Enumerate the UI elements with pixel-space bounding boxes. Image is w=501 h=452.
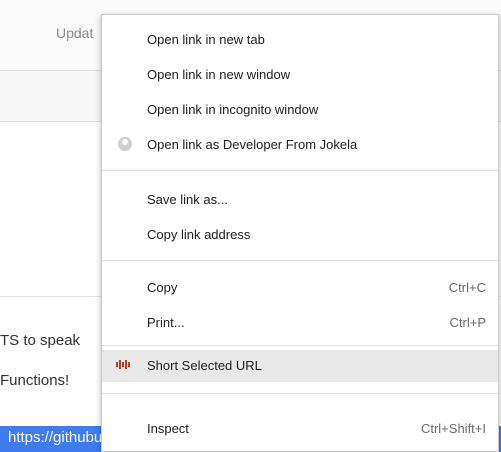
body-text-line: TS to speak (0, 332, 81, 349)
menu-item-label: Inspect (147, 421, 189, 436)
menu-item-shortcut: Ctrl+Shift+I (420, 421, 486, 436)
menu-item-label: Short Selected URL (147, 358, 262, 373)
menu-item-label: Save link as... (147, 192, 228, 207)
menu-item-open-new-tab[interactable]: Open link in new tab (102, 24, 498, 54)
profile-avatar-icon (118, 137, 132, 151)
menu-item-label: Open link in incognito window (147, 102, 319, 117)
menu-item-shortcut: Ctrl+C (448, 280, 486, 295)
body-text-line: Functions! (0, 372, 70, 389)
menu-item-save-link-as[interactable]: Save link as... (102, 184, 498, 214)
menu-separator (102, 393, 498, 394)
menu-item-label: Print... (147, 315, 185, 330)
menu-item-open-as-profile[interactable]: Open link as Developer From Jokela (102, 129, 498, 159)
menu-item-label: Open link in new window (147, 67, 291, 82)
browser-page: Updat TS to speak Functions! https://git… (0, 0, 501, 452)
context-menu: Open link in new tab Open link in new wi… (101, 14, 499, 452)
menu-separator (102, 345, 498, 346)
menu-item-open-new-window[interactable]: Open link in new window (102, 59, 498, 89)
menu-item-label: Open link as Developer From Jokela (147, 137, 358, 152)
menu-item-inspect[interactable]: Inspect Ctrl+Shift+I (102, 413, 498, 443)
menu-item-open-incognito[interactable]: Open link in incognito window (102, 94, 498, 124)
menu-item-label: Open link in new tab (147, 32, 265, 47)
menu-item-shortcut: Ctrl+P (449, 315, 486, 330)
menu-item-label: Copy link address (147, 227, 251, 242)
menu-item-label: Copy (147, 280, 178, 295)
menu-item-copy-link-address[interactable]: Copy link address (102, 219, 498, 249)
menu-item-short-selected-url[interactable]: Short Selected URL (102, 350, 498, 382)
update-link-text[interactable]: Updat (56, 25, 93, 41)
menu-item-print[interactable]: Print... Ctrl+P (102, 307, 498, 337)
short-url-extension-icon (116, 360, 130, 369)
menu-separator (102, 260, 498, 261)
menu-item-copy[interactable]: Copy Ctrl+C (102, 272, 498, 302)
menu-separator (102, 170, 498, 171)
